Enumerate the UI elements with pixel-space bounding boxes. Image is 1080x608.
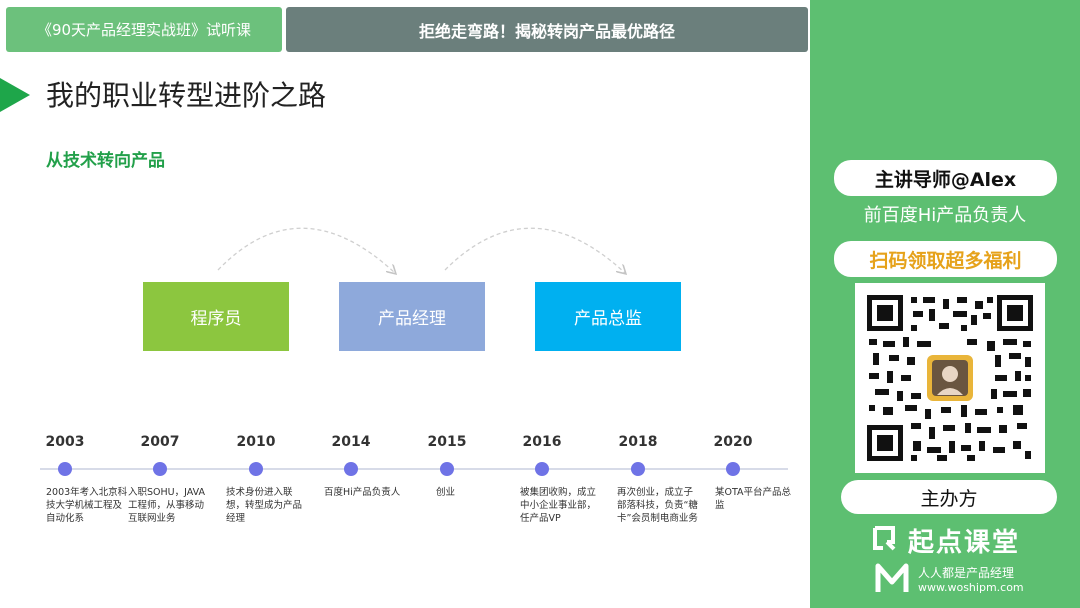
timeline-year: 2003 — [45, 434, 85, 450]
flow-box-product-director: 产品总监 — [535, 282, 681, 351]
timeline-dot — [726, 462, 740, 476]
title-arrow-icon — [0, 78, 30, 112]
speaker-role: 前百度Hi产品负责人 — [863, 205, 1027, 226]
timeline-year: 2018 — [618, 434, 658, 450]
brand2-name: 人人都是产品经理 — [918, 566, 1015, 580]
host-label: 主办方 — [841, 480, 1057, 514]
side-panel: 主讲导师@Alex 前百度Hi产品负责人 扫码领取超多福利 主办方 起点课堂 人… — [810, 0, 1080, 608]
topic-tab[interactable]: 拒绝走弯路！揭秘转岗产品最优路径 — [286, 7, 808, 52]
flow-arrow-1 — [217, 227, 395, 273]
qr-code-image — [867, 295, 1033, 461]
flow-box-product-manager: 产品经理 — [339, 282, 485, 351]
subtitle: 从技术转向产品 — [46, 151, 165, 171]
timeline-year: 2020 — [713, 434, 753, 450]
brand-logo-icon — [873, 526, 896, 551]
timeline-desc: 某OTA平台产品总监 — [715, 487, 792, 511]
timeline-year: 2014 — [331, 434, 371, 450]
course-tab[interactable]: 《90天产品经理实战班》试听课 — [6, 7, 282, 52]
timeline-dot — [440, 462, 454, 476]
timeline-dot — [344, 462, 358, 476]
brand2-url[interactable]: www.woshipm.com — [918, 581, 1024, 594]
timeline-desc: 创业 — [436, 487, 456, 498]
timeline-dot — [535, 462, 549, 476]
timeline-dot — [58, 462, 72, 476]
promo-badge: 扫码领取超多福利 — [834, 241, 1057, 277]
flow-box-programmer: 程序员 — [143, 282, 289, 351]
timeline-year: 2015 — [427, 434, 467, 450]
speaker-badge: 主讲导师@Alex — [834, 160, 1057, 196]
brand2-logo-icon — [875, 563, 909, 592]
timeline-desc: 技术身份进入联想，转型成为产品经理 — [226, 487, 303, 524]
timeline-desc: 入职SOHU，JAVA工程师，从事移动互联网业务 — [128, 487, 206, 524]
brand-name: 起点课堂 — [908, 528, 1021, 558]
timeline-dot — [249, 462, 263, 476]
timeline-year: 2016 — [522, 434, 562, 450]
timeline-dot — [153, 462, 167, 476]
flow-arrow-2 — [444, 227, 625, 273]
timeline-dot — [631, 462, 645, 476]
timeline-year: 2007 — [140, 434, 180, 450]
qr-code[interactable] — [855, 283, 1045, 473]
timeline-desc: 2003年考入北京科技大学机械工程及自动化系 — [46, 487, 128, 524]
timeline-desc: 再次创业，成立子部落科技，负责“糖卡”会员制电商业务 — [617, 487, 698, 524]
timeline-desc: 被集团收购，成立中小企业事业部，任产品VP — [520, 487, 597, 524]
timeline-desc: 百度Hi产品负责人 — [324, 487, 401, 498]
page-title: 我的职业转型进阶之路 — [46, 79, 327, 112]
timeline-year: 2010 — [236, 434, 276, 450]
